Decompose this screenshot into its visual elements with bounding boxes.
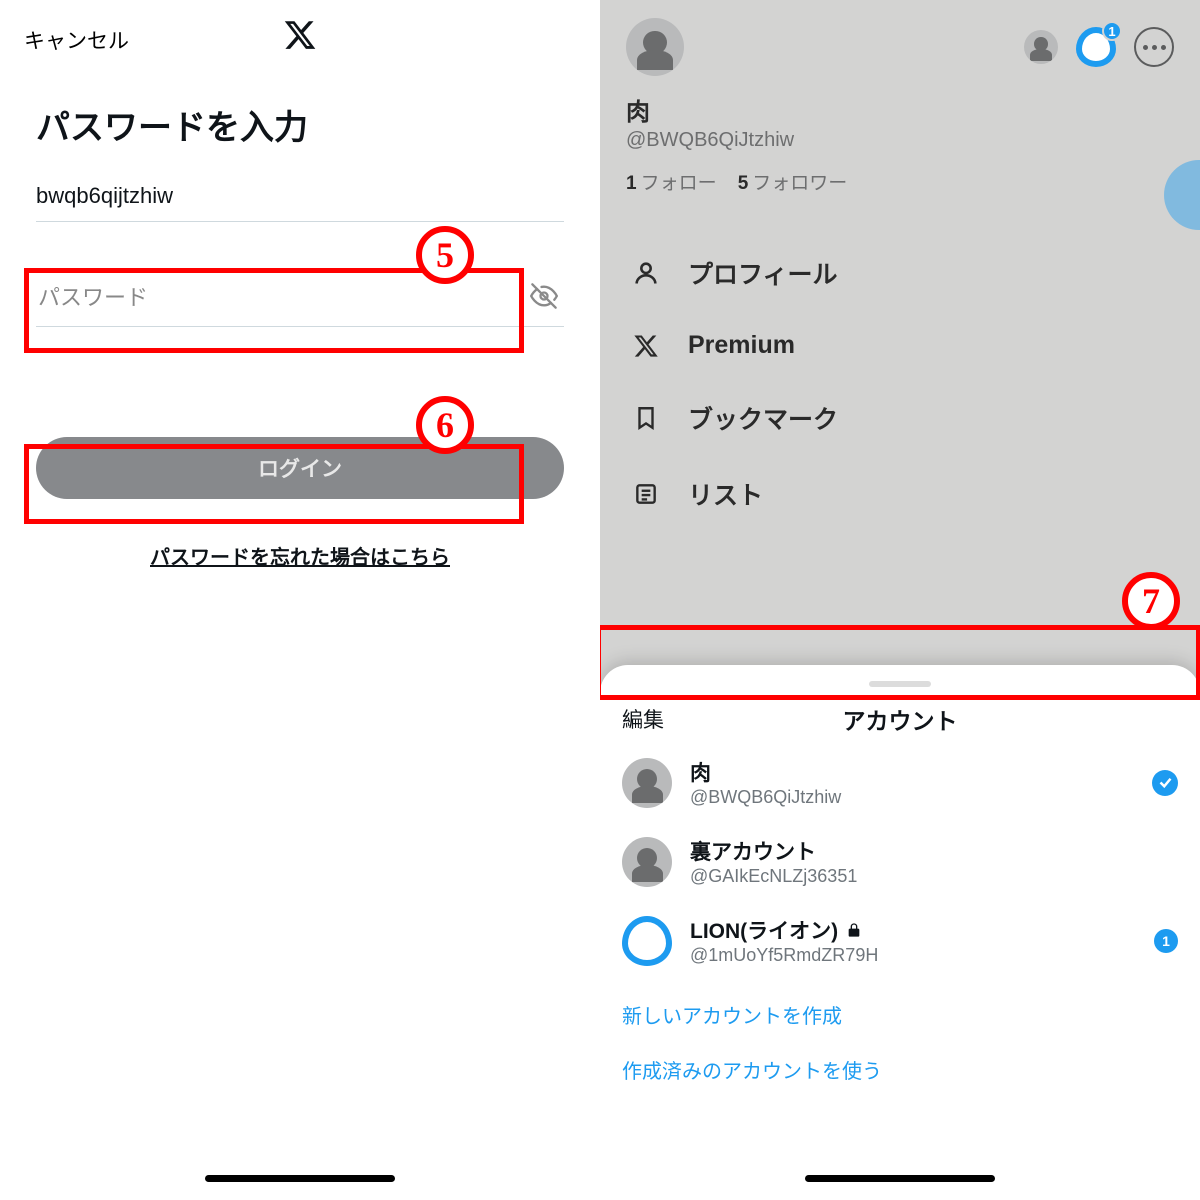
drawer-menu: プロフィール Premium ブックマーク リスト [626,235,1174,532]
account-name: 肉 [690,757,841,787]
account-avatar-icon [622,758,672,808]
drawer-top-row: 1 [626,18,1174,76]
sheet-grabber[interactable] [869,681,931,687]
use-existing-account-link[interactable]: 作成済みのアカウントを使う [600,1035,1200,1090]
menu-label: ブックマーク [688,400,838,436]
forgot-password-link[interactable]: パスワードを忘れた場合はこちら [0,541,600,570]
account-name: LION(ライオン) [690,915,878,945]
x-icon [630,333,662,359]
followers-count[interactable]: 5 [738,173,749,194]
account-row-2[interactable]: LION(ライオン) @1mUoYf5RmdZR79H 1 [600,901,1200,980]
menu-item-profile[interactable]: プロフィール [626,235,1174,311]
drawer-top-icons: 1 [1024,27,1174,67]
account-notification-badge: 1 [1154,929,1178,953]
login-button[interactable]: ログイン [36,437,564,499]
menu-item-bookmarks[interactable]: ブックマーク [626,380,1174,456]
username-field-wrap: bwqb6qijtzhiw [0,169,600,222]
sheet-edit-button[interactable]: 編集 [622,704,664,734]
x-logo-icon [283,18,317,52]
username-field[interactable]: bwqb6qijtzhiw [36,169,564,222]
notification-badge: 1 [1102,21,1122,41]
account-handle: @GAIkEcNLZj36351 [690,866,857,887]
account-name: 裏アカウント [690,836,857,866]
account-row-0[interactable]: 肉 @BWQB6QiJtzhiw [600,743,1200,822]
following-count[interactable]: 1 [626,173,637,194]
home-indicator [805,1175,995,1182]
password-placeholder: パスワード [38,280,148,312]
sheet-header: 編集 アカウント [600,695,1200,743]
lock-icon [846,922,862,938]
profile-name: 肉 [626,92,1174,127]
sheet-title: アカウント [843,702,958,736]
profile-avatar[interactable] [626,18,684,76]
cancel-button[interactable]: キャンセル [24,25,129,55]
selected-check-icon [1152,770,1178,796]
login-header: キャンセル [0,0,600,70]
more-icon[interactable] [1134,27,1174,67]
password-field[interactable]: パスワード [36,266,564,327]
eye-off-icon[interactable] [530,282,558,310]
account-handle: @1mUoYf5RmdZR79H [690,945,878,966]
secondary-avatar-icon[interactable] [1024,30,1058,64]
opera-egg-icon[interactable]: 1 [1076,27,1116,67]
list-icon [630,481,662,507]
menu-item-lists[interactable]: リスト [626,456,1174,532]
egg-avatar-icon [622,916,672,966]
follow-stats: 1フォロー 5フォロワー [626,168,1174,195]
person-icon [630,259,662,287]
menu-label: プロフィール [688,255,838,291]
menu-item-premium[interactable]: Premium [626,311,1174,380]
account-avatar-icon [622,837,672,887]
account-handle: @BWQB6QiJtzhiw [690,787,841,808]
home-indicator [205,1175,395,1182]
page-title: パスワードを入力 [0,70,600,169]
profile-handle: @BWQB6QiJtzhiw [626,129,1174,152]
account-switcher-sheet: 編集 アカウント 肉 @BWQB6QiJtzhiw 裏アカウント @GAIkEc… [600,665,1200,1200]
account-row-1[interactable]: 裏アカウント @GAIkEcNLZj36351 [600,822,1200,901]
menu-label: リスト [688,476,763,512]
login-panel: キャンセル パスワードを入力 bwqb6qijtzhiw パスワード ログイン … [0,0,600,1200]
menu-panel: 1 肉 @BWQB6QiJtzhiw 1フォロー 5フォロワー プロフィール [600,0,1200,1200]
create-account-link[interactable]: 新しいアカウントを作成 [600,980,1200,1035]
menu-label: Premium [688,331,795,360]
password-field-wrap: パスワード [0,266,600,327]
bookmark-icon [630,405,662,431]
